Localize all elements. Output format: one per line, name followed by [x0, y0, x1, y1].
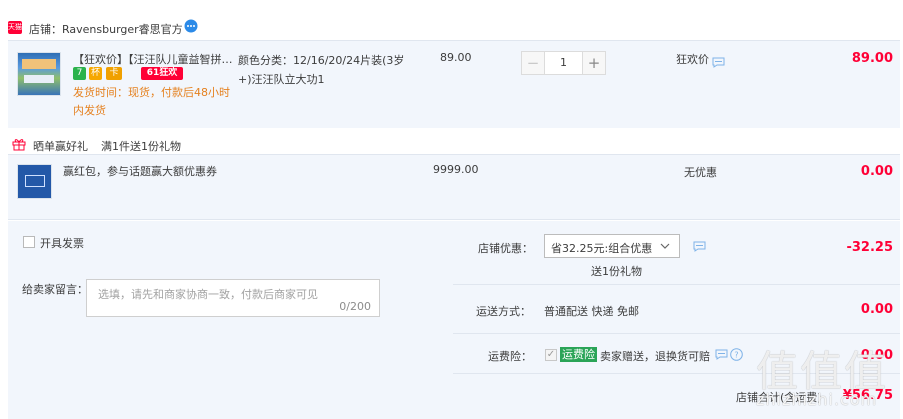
insurance-desc: 卖家赠送，退换货可赔 [600, 350, 710, 363]
increase-button[interactable]: + [582, 51, 606, 75]
shop-name[interactable]: 店铺：Ravensburger睿思官方 [29, 21, 183, 37]
discount-note: 送1份礼物 [591, 265, 642, 278]
unit-price: 89.00 [440, 51, 472, 64]
insurance-checkbox[interactable]: ✓ [545, 349, 557, 361]
gift-icon [12, 139, 26, 151]
insurance-badge: 运费险 [560, 347, 597, 362]
discount-amount: -32.25 [846, 240, 893, 255]
insurance-label: 运费险： [488, 350, 532, 363]
invoice-label[interactable]: 开具发票 [40, 235, 84, 251]
quantity-stepper: − 1 + [521, 51, 606, 75]
festival-badge: 61狂欢 [141, 67, 183, 80]
gift-promo: 无优惠 [684, 166, 717, 179]
gift-condition: 满1件送1份礼物 [101, 140, 181, 153]
item-subtotal: 89.00 [851, 51, 893, 66]
svg-text:?: ? [734, 351, 738, 360]
shipping-label: 运送方式： [476, 305, 531, 318]
comment-icon[interactable] [712, 57, 725, 68]
help-icon[interactable]: ? [730, 348, 743, 361]
gift-subtotal: 0.00 [860, 164, 893, 179]
promo-label: 狂欢价 [676, 53, 709, 66]
decrease-button[interactable]: − [521, 51, 545, 75]
divider [453, 333, 900, 334]
memo-placeholder: 选填，请先和商家协商一致，付款后商家可见 [98, 288, 318, 301]
badge-7-icon: 7 [73, 67, 86, 80]
product-title[interactable]: 【狂欢价】【汪汪队儿童益智拼… [73, 51, 238, 67]
ship-time: 发货时间：现货，付款后48小时内发货 [73, 86, 230, 117]
divider [453, 284, 900, 285]
gift-name[interactable]: 赢红包，参与话题赢大额优惠券 [63, 163, 217, 179]
product-thumbnail[interactable] [17, 52, 61, 96]
memo-char-count: 0/200 [339, 300, 371, 313]
chevron-down-icon [660, 243, 670, 249]
gift-price: 9999.00 [433, 163, 479, 176]
gift-thumbnail[interactable] [17, 164, 52, 199]
comment-icon[interactable] [715, 349, 728, 360]
trophy-icon: 杯 [89, 67, 102, 80]
discount-selected: 省32.25元:组合优惠 [551, 242, 653, 255]
chat-bubble-icon[interactable] [183, 19, 199, 33]
shipping-amount: 0.00 [860, 302, 893, 317]
memo-label: 给卖家留言： [22, 283, 88, 296]
shop-discount-label: 店铺优惠： [478, 242, 533, 255]
discount-select[interactable]: 省32.25元:组合优惠 [544, 234, 680, 258]
tmall-badge: 天猫 [8, 21, 22, 34]
comment-icon[interactable] [693, 241, 706, 252]
site-watermark: 值值值 zhizhizhi.com [756, 338, 896, 418]
gift-title: 晒单赢好礼 [33, 140, 88, 153]
watermark-url: zhizhizhi.com [756, 390, 878, 409]
invoice-checkbox[interactable] [23, 236, 35, 248]
memo-textarea[interactable]: 选填，请先和商家协商一致，付款后商家可见 0/200 [86, 279, 380, 317]
quantity-input[interactable]: 1 [545, 51, 582, 75]
card-icon: 卡 [106, 67, 122, 80]
promo-icons: 7 杯 卡 61狂欢 [73, 67, 193, 81]
sku-info: 颜色分类：12/16/20/24片装(3岁+)汪汪队立大功1 [238, 54, 405, 86]
shipping-method: 普通配送 快递 免邮 [544, 305, 639, 318]
